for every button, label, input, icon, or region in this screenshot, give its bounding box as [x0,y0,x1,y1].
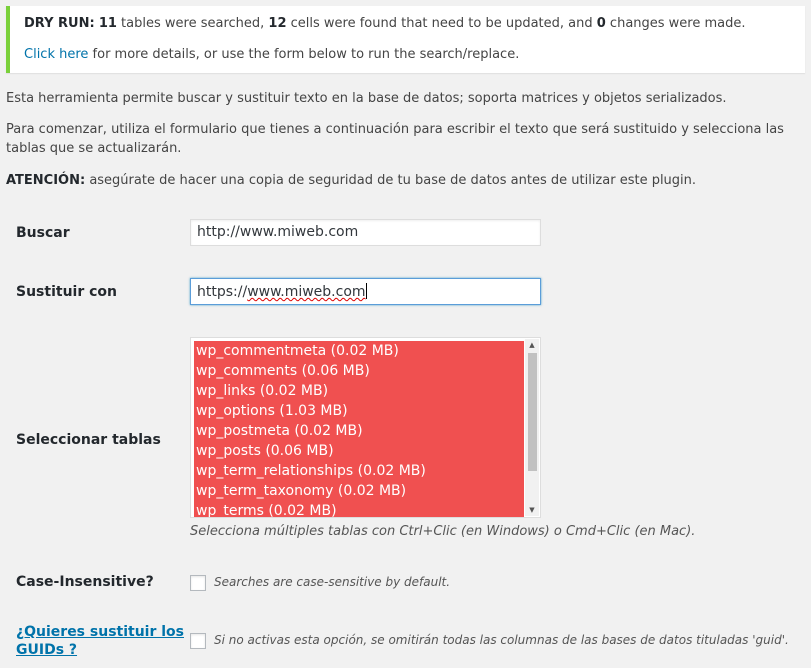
intro-line-2: Para comenzar, utiliza el formulario que… [6,122,784,156]
replace-value-misspelled: www.miweb.com [247,284,366,300]
guids-label-line2: GUIDs ? [16,642,78,658]
table-option[interactable]: wp_term_relationships (0.02 MB) [194,461,524,481]
guids-hint: Si no activas esta opción, se omitirán t… [214,633,789,647]
case-insensitive-checkbox[interactable] [190,575,206,591]
dry-run-summary: DRY RUN: 11 tables were searched, 12 cel… [24,16,805,32]
cells-text: cells were found that need to be updated… [286,16,597,31]
dry-run-notice: DRY RUN: 11 tables were searched, 12 cel… [6,6,805,73]
scroll-down-icon[interactable]: ▼ [525,504,539,516]
tables-listbox[interactable]: wp_commentmeta (0.02 MB) wp_comments (0.… [190,337,541,518]
table-option[interactable]: wp_options (1.03 MB) [194,401,524,421]
table-option[interactable]: wp_links (0.02 MB) [194,381,524,401]
table-option[interactable]: wp_terms (0.02 MB) [194,501,524,517]
table-option[interactable]: wp_posts (0.06 MB) [194,441,524,461]
tables-options: wp_commentmeta (0.02 MB) wp_comments (0.… [194,341,524,517]
table-option[interactable]: wp_postmeta (0.02 MB) [194,421,524,441]
changes-text: changes were made. [605,16,746,31]
search-value: http://www.miweb.com [197,224,359,240]
scroll-up-icon[interactable]: ▲ [525,339,539,351]
case-insensitive-hint: Searches are case-sensitive by default. [214,575,451,589]
warning-paragraph: ATENCIÓN: asegúrate de hacer una copia d… [6,171,806,190]
click-here-link[interactable]: Click here [24,47,88,62]
tables-hint: Selecciona múltiples tablas con Ctrl+Cli… [190,524,696,539]
guids-checkbox[interactable] [190,633,206,649]
tables-label: Seleccionar tablas [16,432,161,448]
text-caret [365,283,367,299]
scrollbar-thumb[interactable] [528,353,537,471]
dry-run-label: DRY RUN: [24,16,95,31]
tables-scrollbar[interactable]: ▲ ▼ [525,339,539,516]
replace-input[interactable]: https://www.miweb.com [190,278,541,305]
case-insensitive-label: Case-Insensitive? [16,574,154,590]
replace-label: Sustituir con [16,284,117,300]
warning-text: asegúrate de hacer una copia de segurida… [85,173,697,188]
replace-value-prefix: https:// [197,284,248,300]
search-label: Buscar [16,225,70,241]
intro-line-1: Esta herramienta permite buscar y sustit… [6,91,727,106]
tables-count: 11 [98,16,117,31]
warning-label: ATENCIÓN: [6,173,86,188]
guids-link[interactable]: ¿Quieres sustituir los GUIDs ? [16,623,184,659]
changes-count: 0 [596,16,606,31]
cells-count: 12 [268,16,287,31]
details-text: for more details, or use the form below … [88,47,520,62]
tables-text: tables were searched, [116,16,269,31]
guids-label-line1: ¿Quieres sustituir los [16,624,184,640]
search-input[interactable]: http://www.miweb.com [190,219,541,246]
table-option[interactable]: wp_comments (0.06 MB) [194,361,524,381]
dry-run-details: Click here for more details, or use the … [24,47,805,63]
table-option[interactable]: wp_term_taxonomy (0.02 MB) [194,481,524,501]
table-option[interactable]: wp_commentmeta (0.02 MB) [194,341,524,361]
